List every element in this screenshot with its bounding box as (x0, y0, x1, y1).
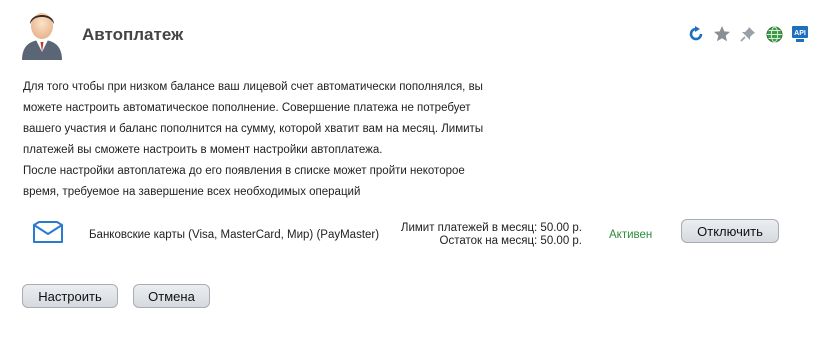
cancel-button[interactable]: Отмена (133, 284, 210, 308)
refresh-icon[interactable] (686, 24, 706, 44)
star-icon[interactable] (712, 24, 732, 44)
description-line: Для того чтобы при низком балансе ваш ли… (23, 81, 483, 93)
setup-button[interactable]: Настроить (22, 284, 118, 308)
description-line: платежей вы сможете настроить в момент н… (23, 144, 383, 156)
monthly-remaining: Остаток на месяц: 50.00 р. (439, 234, 583, 247)
status-badge: Активен (609, 229, 653, 241)
page-header: Автоплатеж API (0, 0, 824, 70)
pin-icon[interactable] (738, 24, 758, 44)
description: Для того чтобы при низком балансе ваш ли… (23, 77, 493, 203)
monthly-limit: Лимит платежей в месяц: 50.00 р. (400, 222, 582, 234)
api-icon-label: API (794, 30, 806, 37)
user-avatar-icon (18, 8, 66, 60)
bank-card-icon (31, 220, 65, 246)
payment-limits: Лимит платежей в месяц: 50.00 р. Остаток… (380, 222, 582, 247)
api-icon[interactable]: API (790, 24, 810, 44)
toolbar: API (686, 24, 810, 44)
payment-method-name: Банковские карты (Visa, MasterCard, Мир)… (89, 229, 380, 241)
description-line: вашего участия и баланс пополнится на су… (23, 123, 484, 135)
description-line: время, требуемое на завершение всех необ… (23, 186, 361, 198)
disable-button[interactable]: Отключить (681, 219, 779, 243)
globe-icon[interactable] (764, 24, 784, 44)
description-line: можете настроить автоматическое пополнен… (23, 102, 471, 114)
page-title: Автоплатеж (82, 25, 184, 44)
description-line: После настройки автоплатежа до его появл… (23, 165, 465, 177)
